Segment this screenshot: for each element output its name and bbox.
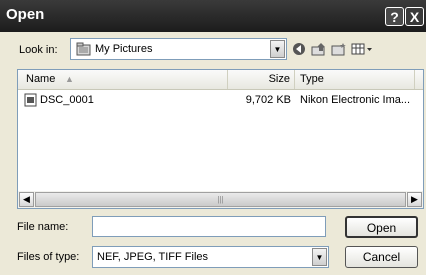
file-type-value: NEF, JPEG, TIFF Files xyxy=(97,251,209,263)
column-name-label: Name xyxy=(26,73,56,85)
scroll-left-icon[interactable]: ◀ xyxy=(19,192,34,207)
close-button[interactable]: X xyxy=(405,7,424,26)
new-folder-icon[interactable] xyxy=(330,40,348,58)
list-header: Name ▲ Size Type xyxy=(18,70,423,90)
open-dialog: Open ? X Look in: My Pictures ▼ Name ▲ S… xyxy=(0,0,426,275)
back-icon[interactable] xyxy=(290,40,308,58)
chevron-down-icon[interactable]: ▼ xyxy=(312,248,327,266)
column-header-type[interactable]: Type xyxy=(295,70,415,89)
column-type-label: Type xyxy=(300,73,324,85)
column-header-name[interactable]: Name ▲ xyxy=(18,70,228,89)
title-bar[interactable]: Open ? X xyxy=(0,0,426,32)
file-type-cell: Nikon Electronic Ima... xyxy=(300,94,411,106)
look-in-label: Look in: xyxy=(19,44,58,56)
file-name-label: File name: xyxy=(17,221,69,233)
column-header-size[interactable]: Size xyxy=(228,70,295,89)
look-in-dropdown[interactable]: My Pictures ▼ xyxy=(70,38,287,60)
cancel-button[interactable]: Cancel xyxy=(345,246,418,268)
up-folder-icon[interactable] xyxy=(310,40,328,58)
scroll-thumb[interactable]: ||| xyxy=(35,192,406,207)
views-menu-icon[interactable] xyxy=(350,40,374,58)
sort-ascending-icon: ▲ xyxy=(65,74,74,84)
open-button[interactable]: Open xyxy=(345,216,418,238)
column-size-label: Size xyxy=(268,73,290,85)
look-in-value: My Pictures xyxy=(95,43,153,55)
file-name-input[interactable] xyxy=(92,216,326,237)
window-title: Open xyxy=(6,6,45,23)
file-type-label: Files of type: xyxy=(17,251,80,263)
help-button[interactable]: ? xyxy=(385,7,404,26)
chevron-down-icon[interactable]: ▼ xyxy=(270,40,285,58)
horizontal-scrollbar[interactable]: ◀ ||| ▶ xyxy=(18,191,423,208)
scroll-right-icon[interactable]: ▶ xyxy=(407,192,422,207)
file-list[interactable]: Name ▲ Size Type DSC_0001 9,702 KB Nikon… xyxy=(17,69,424,209)
file-type-dropdown[interactable]: NEF, JPEG, TIFF Files ▼ xyxy=(92,246,329,268)
folder-icon xyxy=(76,42,91,59)
file-name-cell: DSC_0001 xyxy=(40,94,94,106)
file-size-cell: 9,702 KB xyxy=(245,94,291,106)
table-row[interactable]: DSC_0001 9,702 KB Nikon Electronic Ima..… xyxy=(18,93,423,107)
image-file-icon xyxy=(24,93,38,110)
